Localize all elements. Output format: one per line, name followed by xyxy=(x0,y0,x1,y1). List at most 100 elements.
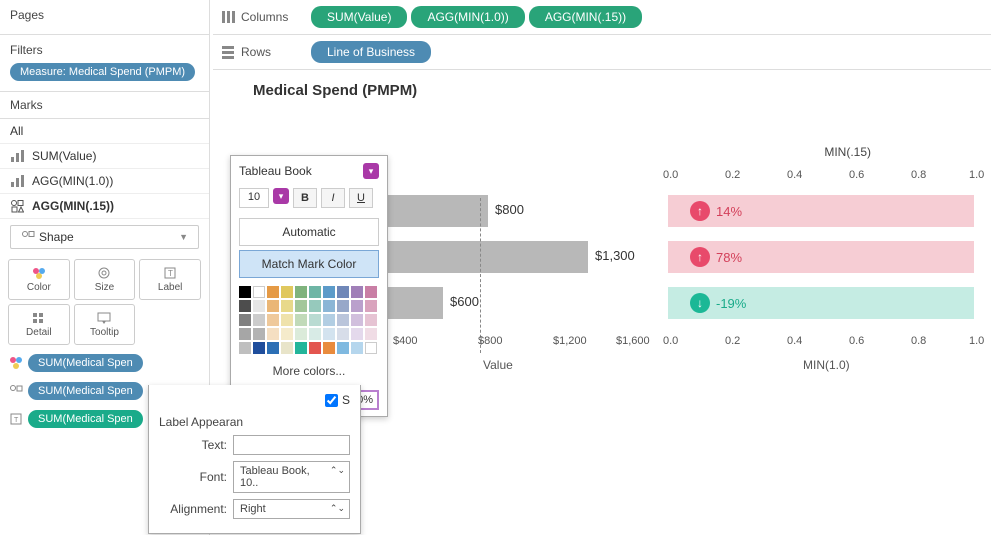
label-appearance-popup: S Label Appearan Text: Font: Tableau Boo… xyxy=(148,385,361,534)
marks-all[interactable]: All xyxy=(0,119,209,144)
color-swatch[interactable] xyxy=(267,328,279,340)
color-swatch[interactable] xyxy=(267,300,279,312)
font-dropdown-button[interactable]: ▾ xyxy=(363,163,379,179)
filter-pill[interactable]: Measure: Medical Spend (PMPM) xyxy=(10,63,195,81)
color-swatch[interactable] xyxy=(239,328,251,340)
color-swatch[interactable] xyxy=(323,286,335,298)
marks-agg1[interactable]: AGG(MIN(1.0)) xyxy=(0,169,209,194)
color-swatch[interactable] xyxy=(309,314,321,326)
col-pill-1[interactable]: AGG(MIN(1.0)) xyxy=(411,6,524,28)
arrow-up-icon: ↑ xyxy=(690,201,710,221)
color-swatch[interactable] xyxy=(337,300,349,312)
color-swatch[interactable] xyxy=(267,342,279,354)
shelf-pill[interactable]: SUM(Medical Spen xyxy=(28,382,143,400)
color-swatch[interactable] xyxy=(295,328,307,340)
color-swatch[interactable] xyxy=(365,328,377,340)
color-swatch[interactable] xyxy=(309,328,321,340)
color-swatch[interactable] xyxy=(253,286,265,298)
color-swatch[interactable] xyxy=(365,286,377,298)
show-labels-checkbox[interactable] xyxy=(325,394,338,407)
columns-shelf[interactable]: Columns SUM(Value) AGG(MIN(1.0)) AGG(MIN… xyxy=(213,0,991,35)
color-swatch[interactable] xyxy=(337,328,349,340)
chevron-down-icon: ▼ xyxy=(179,232,188,242)
color-swatch[interactable] xyxy=(309,300,321,312)
change-row-0[interactable]: ↑ 14% xyxy=(668,195,974,227)
marks-agg15[interactable]: AGG(MIN(.15)) xyxy=(0,194,209,219)
arrow-down-icon: ↓ xyxy=(690,293,710,313)
color-swatch[interactable] xyxy=(295,314,307,326)
automatic-color-button[interactable]: Automatic xyxy=(239,218,379,246)
bold-button[interactable]: B xyxy=(293,188,317,208)
col-pill-2[interactable]: AGG(MIN(.15)) xyxy=(529,6,642,28)
match-mark-color-button[interactable]: Match Mark Color xyxy=(239,250,379,278)
size-button[interactable]: Size xyxy=(74,259,136,300)
color-swatch[interactable] xyxy=(323,314,335,326)
color-swatch[interactable] xyxy=(337,342,349,354)
color-swatch[interactable] xyxy=(365,314,377,326)
color-swatch[interactable] xyxy=(309,286,321,298)
marks-sum[interactable]: SUM(Value) xyxy=(0,144,209,169)
color-swatch[interactable] xyxy=(253,328,265,340)
label-icon: T xyxy=(162,266,178,280)
color-swatch[interactable] xyxy=(281,328,293,340)
color-swatch[interactable] xyxy=(281,342,293,354)
pages-shelf[interactable]: Pages xyxy=(0,0,209,35)
xtick: 0.4 xyxy=(787,335,802,347)
color-swatch[interactable] xyxy=(253,314,265,326)
color-swatch[interactable] xyxy=(365,300,377,312)
color-swatch[interactable] xyxy=(281,314,293,326)
text-row: Text: xyxy=(159,435,350,455)
shelf-row-0[interactable]: SUM(Medical Spen xyxy=(0,349,209,377)
color-swatch[interactable] xyxy=(295,286,307,298)
color-swatch[interactable] xyxy=(323,328,335,340)
color-swatch[interactable] xyxy=(365,342,377,354)
color-swatch[interactable] xyxy=(351,328,363,340)
font-size-input[interactable]: 10 xyxy=(239,188,269,208)
color-swatch[interactable] xyxy=(281,286,293,298)
color-swatch[interactable] xyxy=(253,342,265,354)
shelf-pill[interactable]: SUM(Medical Spen xyxy=(28,410,143,428)
xtick: 0.8 xyxy=(911,335,926,347)
color-swatch[interactable] xyxy=(267,286,279,298)
color-swatch[interactable] xyxy=(239,300,251,312)
size-dropdown-button[interactable]: ▾ xyxy=(273,188,289,204)
color-swatch[interactable] xyxy=(351,286,363,298)
tooltip-button[interactable]: Tooltip xyxy=(74,304,136,345)
color-swatch[interactable] xyxy=(323,300,335,312)
color-button[interactable]: Color xyxy=(8,259,70,300)
color-icon xyxy=(31,266,47,280)
color-swatch[interactable] xyxy=(337,314,349,326)
change-row-1[interactable]: ↑ 78% xyxy=(668,241,974,273)
color-swatch[interactable] xyxy=(323,342,335,354)
color-swatch[interactable] xyxy=(239,286,251,298)
row-pill[interactable]: Line of Business xyxy=(311,41,431,63)
shape-dropdown[interactable]: Shape ▼ xyxy=(10,225,199,249)
col-pill-0[interactable]: SUM(Value) xyxy=(311,6,407,28)
color-swatch[interactable] xyxy=(239,314,251,326)
color-swatch[interactable] xyxy=(337,286,349,298)
label-button[interactable]: TLabel xyxy=(139,259,201,300)
color-swatch[interactable] xyxy=(295,300,307,312)
color-swatch[interactable] xyxy=(351,314,363,326)
shelf-pill[interactable]: SUM(Medical Spen xyxy=(28,354,143,372)
color-swatch[interactable] xyxy=(281,300,293,312)
font-select[interactable]: Tableau Book, 10..⌃⌄ xyxy=(233,461,350,493)
color-swatch[interactable] xyxy=(351,300,363,312)
alignment-select[interactable]: Right⌃⌄ xyxy=(233,499,350,519)
detail-button[interactable]: Detail xyxy=(8,304,70,345)
rows-shelf[interactable]: Rows Line of Business xyxy=(213,35,991,70)
color-swatch[interactable] xyxy=(267,314,279,326)
color-swatch[interactable] xyxy=(295,342,307,354)
alignment-row: Alignment: Right⌃⌄ xyxy=(159,499,350,519)
font-style-row: 10 ▾ B I U xyxy=(231,186,387,216)
more-colors-button[interactable]: More colors... xyxy=(231,358,387,384)
underline-button[interactable]: U xyxy=(349,188,373,208)
color-swatch[interactable] xyxy=(351,342,363,354)
change-row-2[interactable]: ↓ -19% xyxy=(668,287,974,319)
color-swatch[interactable] xyxy=(309,342,321,354)
filters-shelf[interactable]: Filters Measure: Medical Spend (PMPM) xyxy=(0,35,209,92)
color-swatch[interactable] xyxy=(239,342,251,354)
italic-button[interactable]: I xyxy=(321,188,345,208)
text-field[interactable] xyxy=(233,435,350,455)
color-swatch[interactable] xyxy=(253,300,265,312)
